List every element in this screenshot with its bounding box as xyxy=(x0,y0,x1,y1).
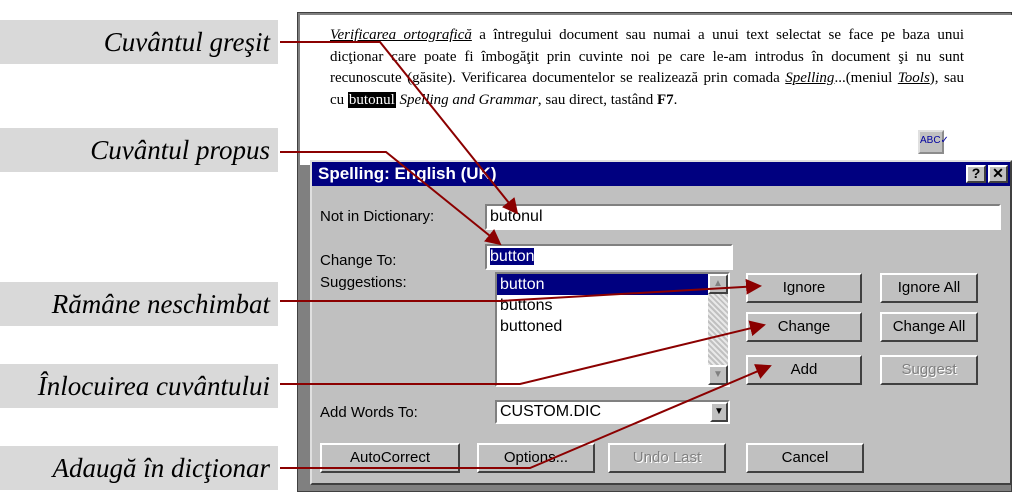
spelling-dialog: Spelling: English (UK) ? ✕ Not in Dictio… xyxy=(310,160,1012,485)
callout-proposed-word: Cuvântul propus xyxy=(0,128,278,172)
add-words-combo[interactable]: CUSTOM.DIC ▼ xyxy=(495,400,730,424)
callout-add-dictionary: Adaugă în dicţionar xyxy=(0,446,278,490)
doc-key: F7 xyxy=(657,91,674,108)
close-button[interactable]: ✕ xyxy=(988,165,1008,183)
doc-button-name: Spelling and Grammar xyxy=(395,91,538,108)
scroll-down-icon[interactable]: ▼ xyxy=(708,365,728,385)
doc-tools-menu: Tools xyxy=(897,70,930,86)
callout-unchanged: Rămâne neschimbat xyxy=(0,282,278,326)
suggestions-scrollbar[interactable]: ▲ ▼ xyxy=(708,274,728,385)
not-in-dictionary-label: Not in Dictionary: xyxy=(320,208,435,225)
add-button[interactable]: Add xyxy=(746,355,862,385)
callout-wrong-word: Cuvântul greşit xyxy=(0,20,278,64)
selected-word[interactable]: butonul xyxy=(347,91,396,108)
doc-emphasis: Verificarea ortografică xyxy=(330,27,472,43)
dropdown-arrow-icon[interactable]: ▼ xyxy=(710,402,728,422)
doc-menu-text: ...(meniul xyxy=(834,70,898,86)
doc-end: . xyxy=(673,91,678,108)
autocorrect-button[interactable]: AutoCorrect xyxy=(320,443,460,473)
undo-last-button[interactable]: Undo Last xyxy=(608,443,726,473)
spelling-toolbar-icon[interactable]: ABC✓ xyxy=(918,130,949,154)
suggestion-item[interactable]: button xyxy=(497,274,728,295)
options-button[interactable]: Options... xyxy=(477,443,595,473)
not-in-dictionary-field[interactable]: butonul xyxy=(485,204,1001,230)
suggestions-label: Suggestions: xyxy=(320,274,407,291)
change-button[interactable]: Change xyxy=(746,312,862,342)
change-all-button[interactable]: Change All xyxy=(880,312,978,342)
ignore-button[interactable]: Ignore xyxy=(746,273,862,303)
suggestions-list[interactable]: button buttons buttoned ▲ ▼ xyxy=(495,272,730,387)
suggest-button[interactable]: Suggest xyxy=(880,355,978,385)
suggestion-item[interactable]: buttoned xyxy=(497,316,728,337)
add-words-value: CUSTOM.DIC xyxy=(500,403,602,420)
ignore-all-button[interactable]: Ignore All xyxy=(880,273,978,303)
change-to-label: Change To: xyxy=(320,252,397,269)
suggestion-item[interactable]: buttons xyxy=(497,295,728,316)
change-to-value: button xyxy=(490,248,535,265)
callout-replace: Înlocuirea cuvântului xyxy=(0,364,278,408)
add-words-label: Add Words To: xyxy=(320,404,418,421)
dialog-title: Spelling: English (UK) xyxy=(312,162,1010,186)
cancel-button[interactable]: Cancel xyxy=(746,443,864,473)
document-text: Verificarea ortografică a întregului doc… xyxy=(330,25,964,111)
help-button[interactable]: ? xyxy=(966,165,986,183)
scroll-up-icon[interactable]: ▲ xyxy=(708,274,728,294)
document-area: Verificarea ortografică a întregului doc… xyxy=(300,15,1012,165)
doc-spelling-cmd: Spelling xyxy=(785,70,835,86)
change-to-field[interactable]: button xyxy=(485,244,733,270)
doc-tail: , sau direct, tastând xyxy=(537,91,657,108)
